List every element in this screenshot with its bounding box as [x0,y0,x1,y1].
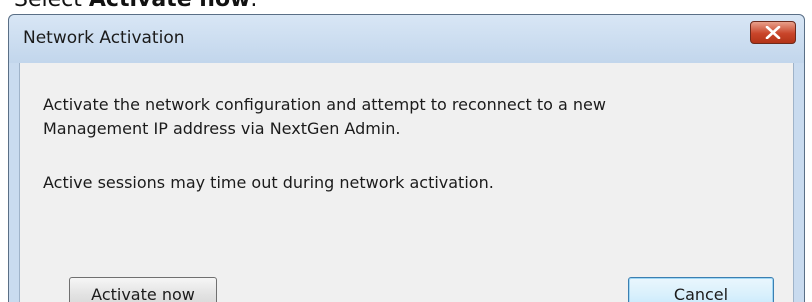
close-button[interactable] [750,21,796,44]
message-line-3: Active sessions may time out during netw… [43,173,494,192]
message-line-2: Management IP address via NextGen Admin. [43,119,401,138]
instruction-prefix: Select [14,0,89,12]
close-icon [765,26,781,39]
dialog-titlebar[interactable]: Network Activation [9,15,804,63]
activate-now-button[interactable]: Activate now [69,277,217,302]
message-line-1: Activate the network configuration and a… [43,95,606,114]
instruction-suffix: . [250,0,257,12]
instruction-bold: Activate now [89,0,251,12]
dialog-title: Network Activation [23,28,185,48]
cancel-button[interactable]: Cancel [628,277,774,302]
dialog-content: Activate the network configuration and a… [19,63,794,302]
page: Select Activate now. Network Activation … [0,0,812,302]
instruction-text: Select Activate now. [14,0,257,13]
network-activation-dialog: Network Activation Activate the network … [8,14,805,302]
